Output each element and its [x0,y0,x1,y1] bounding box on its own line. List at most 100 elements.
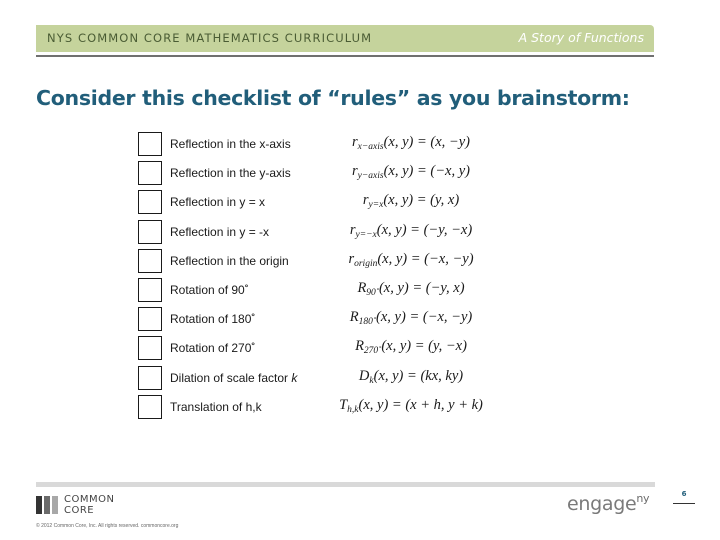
checkbox[interactable] [138,336,162,361]
formula-subscript: y=−x [355,229,377,240]
checkbox[interactable] [138,161,162,186]
checklist-row: Translation of h,k Th,k(x, y) = (x + h, y… [138,394,498,420]
rule-label-text: Translation of h,k [170,399,262,414]
checkbox[interactable] [138,132,162,156]
formula-subscript: h,k [347,404,359,415]
formula-function: D [358,367,370,384]
logo-line-2: CORE [64,505,95,516]
formula-args: (x, y) = [383,134,431,150]
rule-label-text: Rotation of 90˚ [170,283,249,297]
rule-label: Reflection in y = x [170,195,265,209]
logo-text: COMMON CORE [64,494,114,516]
formula-subscript: x−axis [357,142,384,152]
rule-label: Reflection in the y-axis [170,166,291,180]
header-bar: NYS COMMON CORE MATHEMATICS CURRICULUM A… [36,25,654,52]
checklist-row: Dilation of scale factor k Dk (x, y) = (kx… [138,365,498,391]
formula-result: (−y, x) [425,280,465,296]
formula-args: (x, y) = [377,250,425,267]
rule-formula: R270˚(x, y) = (y, −x) [316,338,506,356]
formula-subscript: origin [354,258,378,269]
formula-subscript: 90˚ [366,288,379,298]
checklist-row: Reflection in the x-axis rx−axis(x, y) = … [138,132,498,157]
checkbox[interactable] [138,365,162,390]
formula-function: T [339,396,348,413]
checkbox[interactable] [138,219,162,244]
checklist-row: Reflection in the origin rorigin(x, y) = … [138,248,498,274]
rule-label: Reflection in the origin [170,254,289,268]
rule-label-text: Reflection in y = x [170,195,266,210]
rule-label-variable: k [291,370,298,385]
formula-result: (y, −x) [428,338,467,355]
checklist-row: Rotation of 180˚ R180˚(x, y) = (−x, −y) [138,307,498,332]
slide-title: Consider this checklist of “rules” as yo… [36,86,630,110]
rule-label: Reflection in y = -x [170,225,269,239]
formula-args: (x, y) = [378,280,426,296]
rule-formula: ry−axis(x, y) = (−x, y) [316,163,506,181]
rule-label-text: Reflection in the x-axis [170,137,291,151]
rule-formula: Th,k(x, y) = (x + h, y + k) [316,397,506,415]
formula-result: (−x, y) [430,163,470,180]
formula-args: (x, y) = [383,192,431,209]
engageny-logo: engageny [567,492,650,515]
formula-args: (x, y) = [383,163,431,180]
checkbox[interactable] [138,394,162,419]
formula-result: (−x, −y) [424,250,474,267]
checklist-row: Reflection in y = -x ry=−x(x, y) = (−y, −… [138,219,498,245]
formula-function: R [349,309,359,326]
common-core-logo: COMMON CORE [36,494,131,516]
rule-label-text: Reflection in y = -x [170,224,270,239]
rule-formula: rorigin(x, y) = (−x, −y) [316,251,506,269]
checklist-row: Rotation of 90˚ R90˚(x, y) = (−y, x) [138,278,498,303]
series-title: A Story of Functions [518,30,644,45]
rule-label-text: Rotation of 270˚ [170,341,256,356]
checklist-row: Rotation of 270˚ R270˚(x, y) = (y, −x) [138,336,498,361]
engage-text: engage [567,493,637,515]
rule-label-text: Reflection in the origin [170,253,289,268]
engage-sup: ny [636,492,650,505]
checkbox[interactable] [138,248,162,273]
rule-label: Dilation of scale factor k [170,371,297,385]
checkbox[interactable] [138,278,162,302]
formula-result: (x, −y) [430,134,470,150]
formula-subscript: 270˚ [363,346,382,357]
curriculum-title: NYS COMMON CORE MATHEMATICS CURRICULUM [47,31,373,45]
checklist-row: Reflection in the y-axis ry−axis(x, y) = … [138,161,498,186]
formula-result: (kx, ky) [420,367,464,384]
rule-label: Translation of h,k [170,400,262,414]
formula-subscript: 180˚ [358,317,377,328]
rule-label: Rotation of 90˚ [170,283,249,297]
formula-function: R [357,280,367,296]
logo-bar-icon [52,496,58,514]
formula-subscript: y=x [368,200,384,211]
formula-subscript: y−axis [357,171,384,182]
checkbox[interactable] [138,307,162,332]
rule-label: Rotation of 270˚ [170,341,255,355]
rule-label: Rotation of 180˚ [170,312,255,326]
formula-args: (x, y) = [358,396,406,413]
formula-function: R [355,338,364,355]
page-number: 6 [681,490,687,498]
rule-label-text: Reflection in the y-axis [170,166,291,181]
footer-divider [36,482,655,487]
formula-result: (−x, −y) [422,309,473,326]
logo-bar-icon [44,496,50,514]
checkbox[interactable] [138,190,162,215]
formula-args: (x, y) = [373,367,421,384]
rule-formula: ry=−x(x, y) = (−y, −x) [316,222,506,240]
formula-args: (x, y) = [376,221,424,238]
rule-label-text: Rotation of 180˚ [170,312,256,327]
rule-label-text: Dilation of scale factor [170,370,292,385]
rule-formula: Dk(x, y) = (kx, ky) [316,368,506,386]
rule-formula: rx−axis(x, y) = (x, −y) [316,134,506,152]
rule-formula: R180˚(x, y) = (−x, −y) [316,309,506,327]
logo-line-1: COMMON [64,494,115,505]
page-number-rule [673,503,695,504]
formula-result: (−y, −x) [423,221,473,238]
checklist-row: Reflection in y = x ry=x(x, y) = (y, x) [138,190,498,215]
header-divider [36,55,654,57]
formula-result: (x + h, y + k) [405,396,483,413]
formula-args: (x, y) = [381,338,429,355]
rule-formula: R90˚(x, y) = (−y, x) [316,280,506,298]
copyright-notice: © 2012 Common Core, Inc. All rights rese… [36,523,179,529]
rule-formula: ry=x(x, y) = (y, x) [316,192,506,210]
